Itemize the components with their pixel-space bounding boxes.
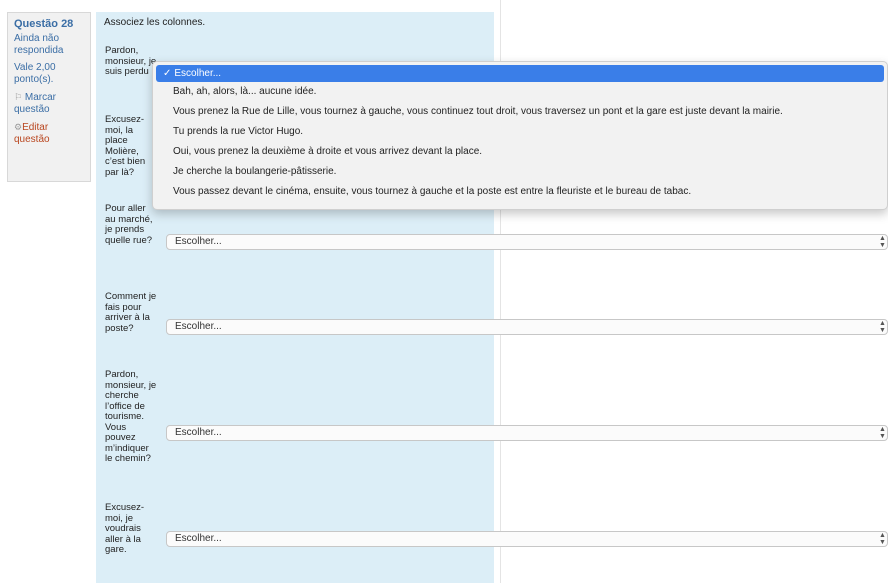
match-prompt-1: Pardon, monsieur, je suis perdu [105,45,157,77]
gear-icon: ⚙ [14,122,23,132]
match-select-5[interactable]: Escolher... ▲ ▼ [166,425,888,441]
select-value: Escolher... [175,236,222,247]
question-text: Associez les colonnes. [104,17,206,28]
flag-question-link[interactable]: ⚐ Marcar questão [14,91,84,116]
question-number: Questão 28 [14,18,74,30]
match-select-6[interactable]: Escolher... ▲ ▼ [166,531,888,547]
match-prompt-2: Excusez-moi, la place Molière, c’est bie… [105,114,146,178]
dropdown-option[interactable]: Tu prends la rue Victor Hugo. [156,122,884,142]
select-arrows-icon: ▲▼ [879,235,886,249]
dropdown-option-escolher[interactable]: ✓ Escolher... [156,65,884,82]
select-value: Escolher... [175,321,222,332]
checkmark-icon: ✓ [163,68,172,79]
edit-question-link[interactable]: ⚙Editar questão [14,121,84,146]
flag-icon: ⚐ [14,92,23,102]
select-value: Escolher... [175,427,222,438]
dropdown-option[interactable]: Oui, vous prenez la deuxième à droite et… [156,142,884,162]
dropdown-option[interactable]: Bah, ah, alors, là... aucune idée. [156,82,884,102]
dropdown-option[interactable]: Vous passez devant le cinéma, ensuite, v… [156,182,884,202]
match-prompt-6: Excusez-moi, je voudrais aller à la gare… [105,502,145,555]
match-prompt-3: Pour aller au marché, je prends quelle r… [105,203,153,246]
question-grade: Vale 2,00 ponto(s). [14,62,56,85]
question-info-panel: Questão 28 Ainda não respondida Vale 2,0… [7,12,91,182]
match-prompt-5: Pardon, monsieur, je cherche l’office de… [105,369,157,464]
match-select-3[interactable]: Escolher... ▲ ▼ [166,234,888,250]
match-select-4[interactable]: Escolher... ▲ ▼ [166,319,888,335]
select-value: Escolher... [175,533,222,544]
match-prompt-4: Comment je fais pour arriver à la poste? [105,291,157,334]
select-dropdown-menu: ✓ Escolher... Bah, ah, alors, là... aucun… [152,61,888,210]
question-status: Ainda não respondida [14,33,64,56]
select-arrows-icon: ▲▼ [879,320,886,334]
dropdown-option[interactable]: Je cherche la boulangerie-pâtisserie. [156,162,884,182]
dropdown-option-label: Escolher... [174,68,222,79]
select-arrows-icon: ▲▼ [879,426,886,440]
dropdown-option[interactable]: Vous prenez la Rue de Lille, vous tourne… [156,102,884,122]
select-arrows-icon: ▲▼ [879,532,886,546]
